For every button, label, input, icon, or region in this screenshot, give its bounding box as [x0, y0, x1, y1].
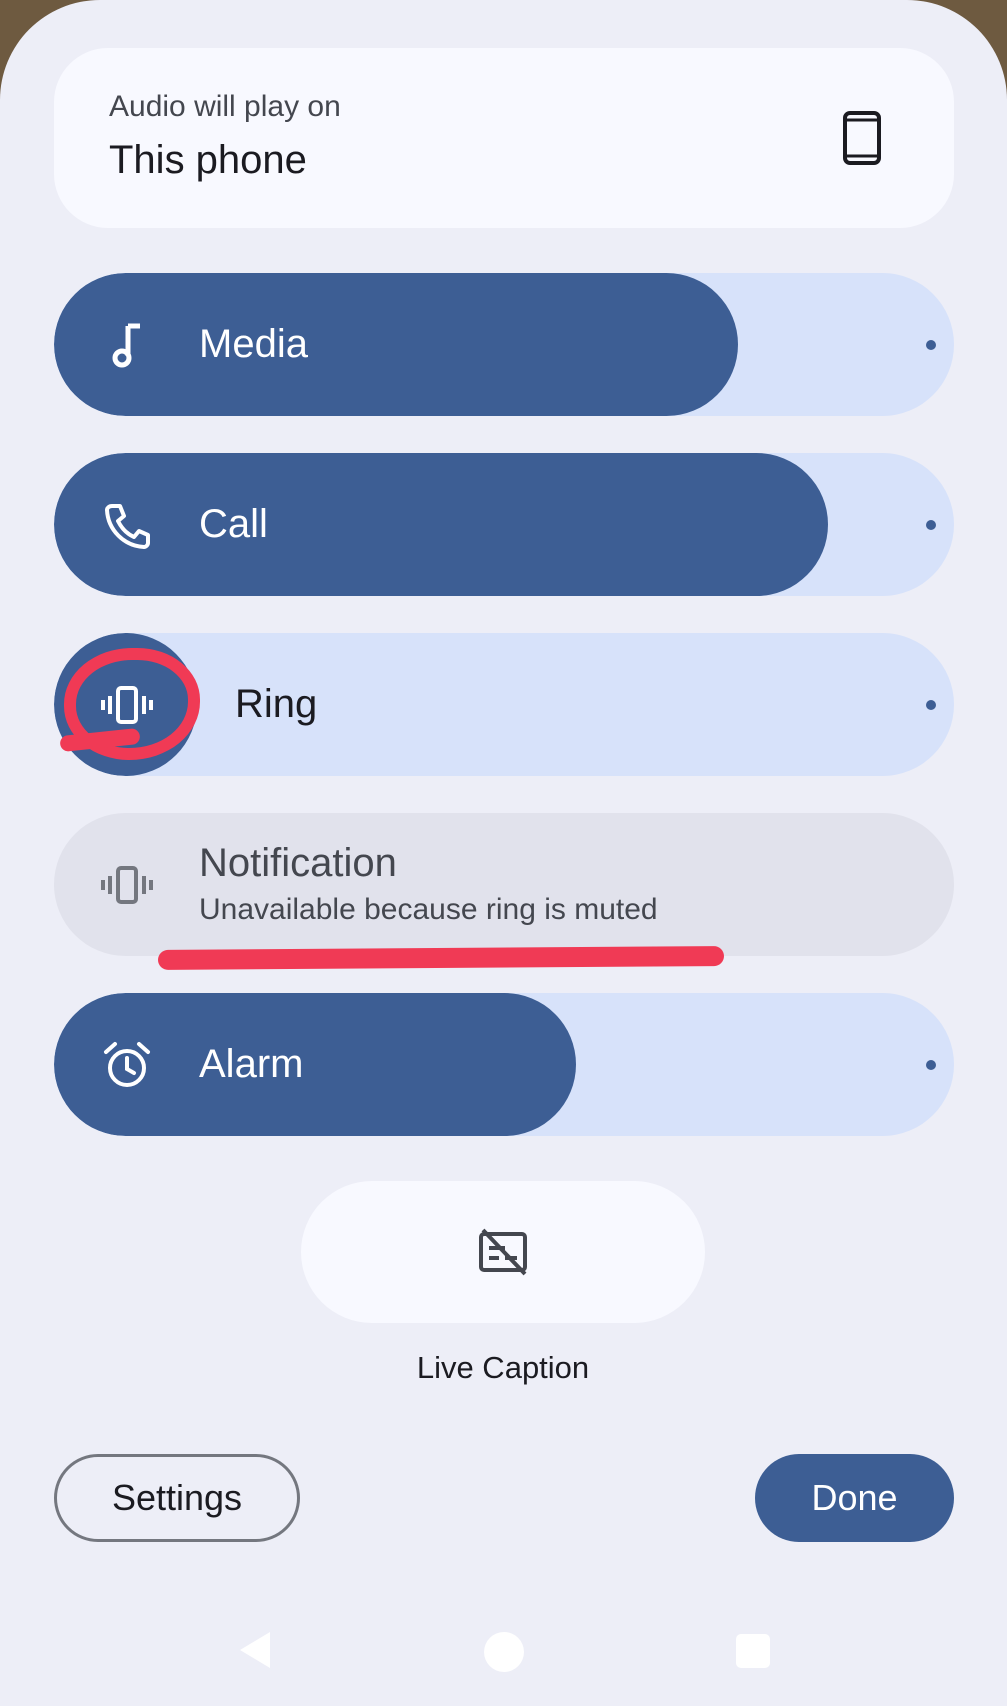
alarm-volume-slider[interactable]: Alarm	[54, 993, 954, 1136]
smartphone-icon	[843, 111, 881, 165]
slider-end-dot	[926, 700, 936, 710]
slider-fill	[54, 273, 738, 416]
done-button[interactable]: Done	[755, 1454, 954, 1542]
live-caption-button[interactable]	[301, 1181, 705, 1323]
home-icon[interactable]	[484, 1632, 524, 1672]
annotation-underline	[157, 946, 725, 970]
slider-label-call: Call	[199, 502, 268, 546]
closed-caption-off-icon	[479, 1228, 527, 1276]
output-label: Audio will play on	[109, 90, 341, 123]
media-volume-slider[interactable]: Media	[54, 273, 954, 416]
output-device-name: This phone	[109, 138, 307, 182]
slider-fill	[54, 453, 828, 596]
slider-label-ring: Ring	[235, 682, 318, 726]
recents-icon[interactable]	[736, 1634, 770, 1668]
back-icon[interactable]	[236, 1630, 272, 1670]
call-volume-slider[interactable]: Call	[54, 453, 954, 596]
vibrate-icon	[101, 866, 153, 904]
slider-end-dot	[926, 520, 936, 530]
slider-end-dot	[926, 340, 936, 350]
notification-volume-slider: Notification Unavailable because ring is…	[54, 813, 954, 956]
volume-panel: Audio will play on This phone Media Call	[0, 0, 1007, 1706]
live-caption-label: Live Caption	[416, 1350, 590, 1385]
slider-label-notification: Notification	[199, 841, 397, 885]
slider-sublabel-notification: Unavailable because ring is muted	[199, 893, 658, 926]
slider-label-media: Media	[199, 322, 308, 366]
phone-icon	[105, 504, 150, 549]
output-device-card[interactable]: Audio will play on This phone	[54, 48, 954, 228]
music-note-icon	[112, 323, 140, 368]
slider-label-alarm: Alarm	[199, 1042, 304, 1086]
slider-end-dot	[926, 1060, 936, 1070]
alarm-clock-icon	[104, 1042, 150, 1087]
settings-button[interactable]: Settings	[54, 1454, 300, 1542]
